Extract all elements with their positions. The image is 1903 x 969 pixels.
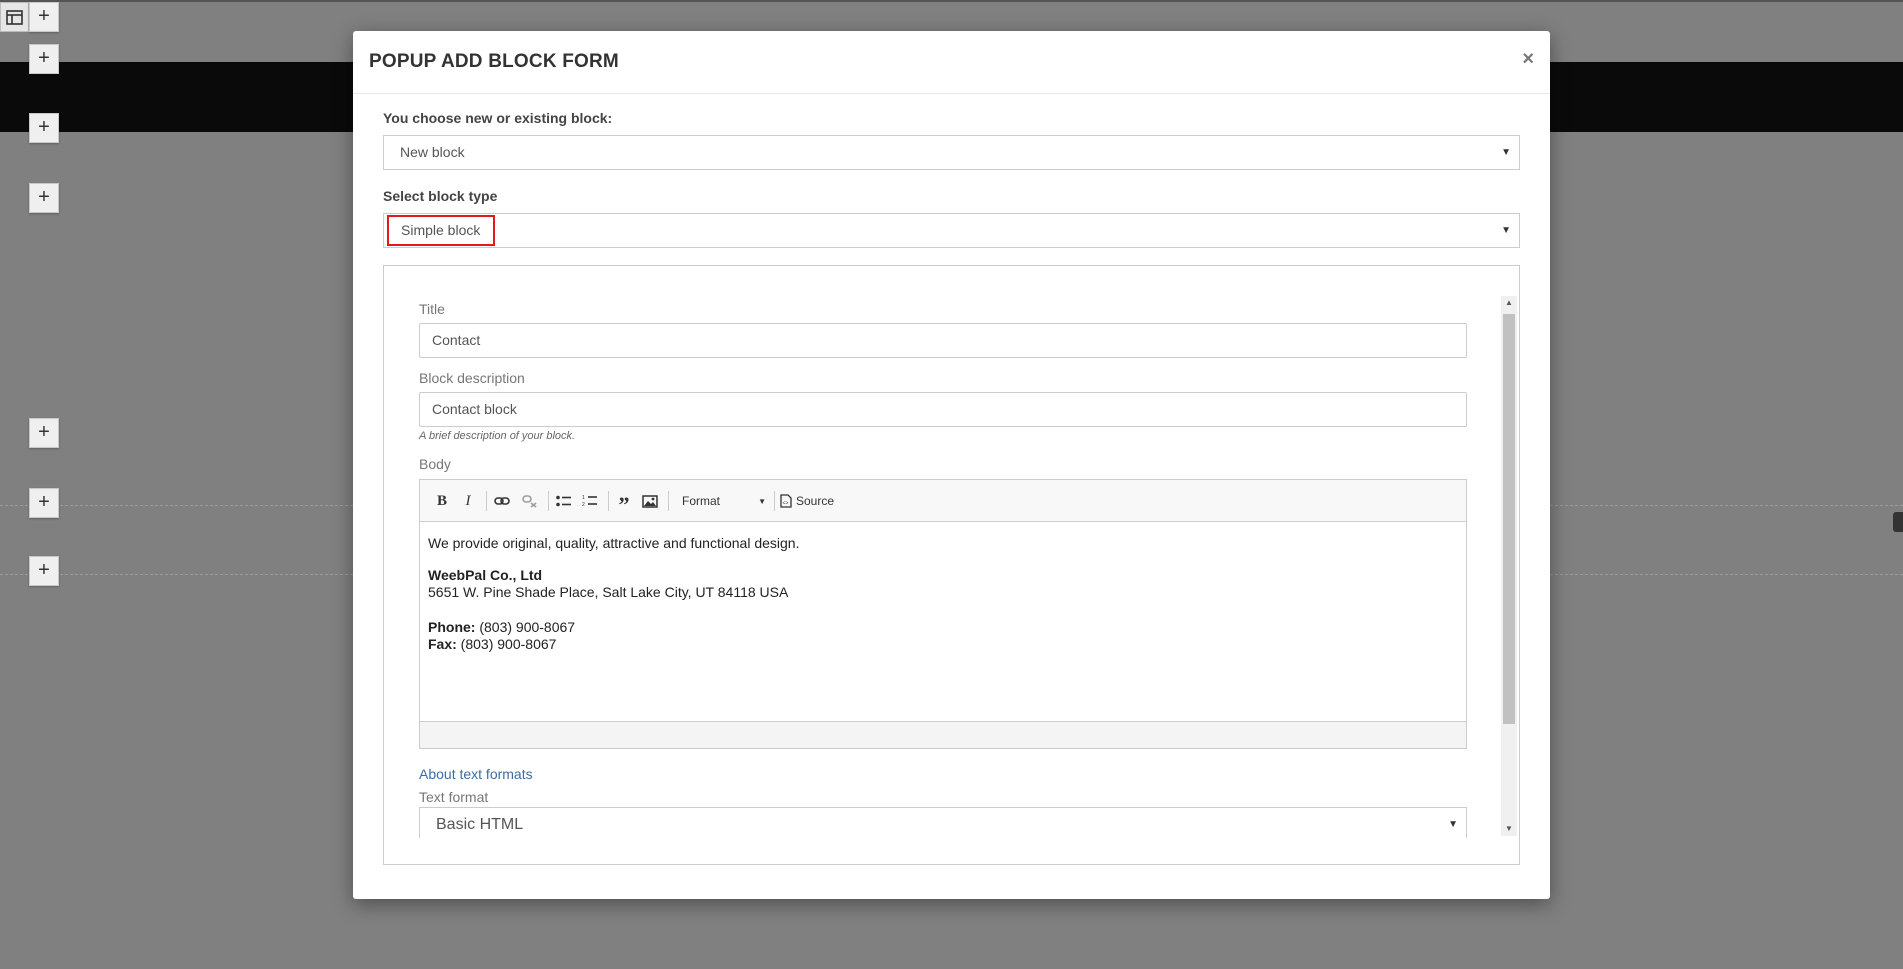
add-block-button[interactable]: + xyxy=(29,183,59,213)
choose-block-label: You choose new or existing block: xyxy=(383,110,613,126)
bold-button[interactable]: B xyxy=(432,491,452,511)
text-format-label: Text format xyxy=(419,789,489,805)
body-label: Body xyxy=(419,456,451,472)
modal-header: POPUP ADD BLOCK FORM × xyxy=(353,31,1550,94)
modal-title: POPUP ADD BLOCK FORM xyxy=(369,51,619,72)
numbered-list-icon: 12 xyxy=(582,495,597,508)
editor-footer xyxy=(420,721,1466,748)
add-block-button[interactable]: + xyxy=(29,2,59,32)
toolbar-separator xyxy=(608,491,609,511)
format-dropdown[interactable]: Format ▼ xyxy=(674,491,772,511)
text-format-value: Basic HTML xyxy=(436,816,524,833)
block-type-select[interactable]: Simple block ▼ xyxy=(383,213,1520,248)
page-top-border xyxy=(0,0,1903,2)
add-block-button[interactable]: + xyxy=(29,44,59,74)
unlink-icon xyxy=(522,495,537,508)
unlink-button[interactable] xyxy=(520,491,540,511)
scroll-down-icon[interactable]: ▼ xyxy=(1501,822,1517,836)
block-description-label: Block description xyxy=(419,370,525,386)
editor-toolbar: B I 12 ” Format ▼ <> Source xyxy=(420,480,1466,522)
add-block-button[interactable]: + xyxy=(29,113,59,143)
toolbar-separator xyxy=(486,491,487,511)
image-button[interactable] xyxy=(640,491,660,511)
region-edit-icon[interactable] xyxy=(1893,512,1903,532)
svg-text:1: 1 xyxy=(582,495,585,501)
body-intro-text: We provide original, quality, attractive… xyxy=(428,535,800,551)
scroll-thumb[interactable] xyxy=(1503,314,1515,724)
add-block-button[interactable]: + xyxy=(29,556,59,586)
toolbar-separator xyxy=(774,491,775,511)
block-type-value: Simple block xyxy=(401,222,481,238)
fax-value: (803) 900-8067 xyxy=(456,636,557,652)
toolbar-separator xyxy=(548,491,549,511)
dropdown-arrow-icon: ▼ xyxy=(1501,225,1511,236)
text-format-select[interactable]: Basic HTML ▼ xyxy=(419,807,1467,838)
bulleted-list-icon xyxy=(556,495,571,507)
body-editor: B I 12 ” Format ▼ <> Source We provide o… xyxy=(419,479,1467,749)
dropdown-arrow-icon: ▼ xyxy=(1501,147,1511,158)
phone-label: Phone: xyxy=(428,619,476,635)
company-address: 5651 W. Pine Shade Place, Salt Lake City… xyxy=(428,584,789,600)
blockquote-button[interactable]: ” xyxy=(614,491,634,517)
choose-block-value: New block xyxy=(400,144,465,160)
format-dropdown-label: Format xyxy=(682,494,721,508)
fax-label: Fax: xyxy=(428,636,457,652)
add-block-button[interactable]: + xyxy=(29,418,59,448)
phone-value: (803) 900-8067 xyxy=(475,619,576,635)
description-help-text: A brief description of your block. xyxy=(419,430,576,442)
toolbar-separator xyxy=(668,491,669,511)
choose-block-select[interactable]: New block ▼ xyxy=(383,135,1520,170)
add-block-button[interactable]: + xyxy=(29,488,59,518)
quote-icon: ” xyxy=(618,492,630,517)
source-button[interactable]: <> Source xyxy=(780,491,844,511)
block-form-scroll-area[interactable]: Title Contact Block description Contact … xyxy=(384,266,1519,838)
link-icon xyxy=(494,497,510,505)
close-icon[interactable]: × xyxy=(1522,47,1534,71)
dropdown-arrow-icon: ▼ xyxy=(1448,819,1458,830)
image-icon xyxy=(642,494,658,508)
italic-button[interactable]: I xyxy=(458,491,478,511)
editor-content[interactable]: We provide original, quality, attractive… xyxy=(428,535,799,668)
chevron-down-icon: ▼ xyxy=(758,496,766,506)
add-block-modal: POPUP ADD BLOCK FORM × You choose new or… xyxy=(353,31,1550,899)
svg-text:2: 2 xyxy=(582,502,585,508)
block-description-input[interactable]: Contact block xyxy=(419,392,1467,427)
block-type-label: Select block type xyxy=(383,188,498,204)
block-type-highlight: Simple block xyxy=(387,215,495,246)
numbered-list-button[interactable]: 12 xyxy=(580,491,600,511)
layout-icon[interactable] xyxy=(0,2,29,32)
source-icon: <> xyxy=(780,494,792,508)
source-label: Source xyxy=(796,494,835,508)
block-form-panel: Title Contact Block description Contact … xyxy=(383,265,1520,865)
title-label: Title xyxy=(419,301,445,317)
svg-text:<>: <> xyxy=(783,501,789,507)
link-button[interactable] xyxy=(492,491,512,511)
title-input[interactable]: Contact xyxy=(419,323,1467,358)
bulleted-list-button[interactable] xyxy=(554,491,574,511)
scroll-up-icon[interactable]: ▲ xyxy=(1501,296,1517,310)
company-name: WeebPal Co., Ltd xyxy=(428,567,543,583)
panel-scrollbar[interactable]: ▲ ▼ xyxy=(1501,296,1517,836)
about-text-formats-link[interactable]: About text formats xyxy=(419,766,533,782)
